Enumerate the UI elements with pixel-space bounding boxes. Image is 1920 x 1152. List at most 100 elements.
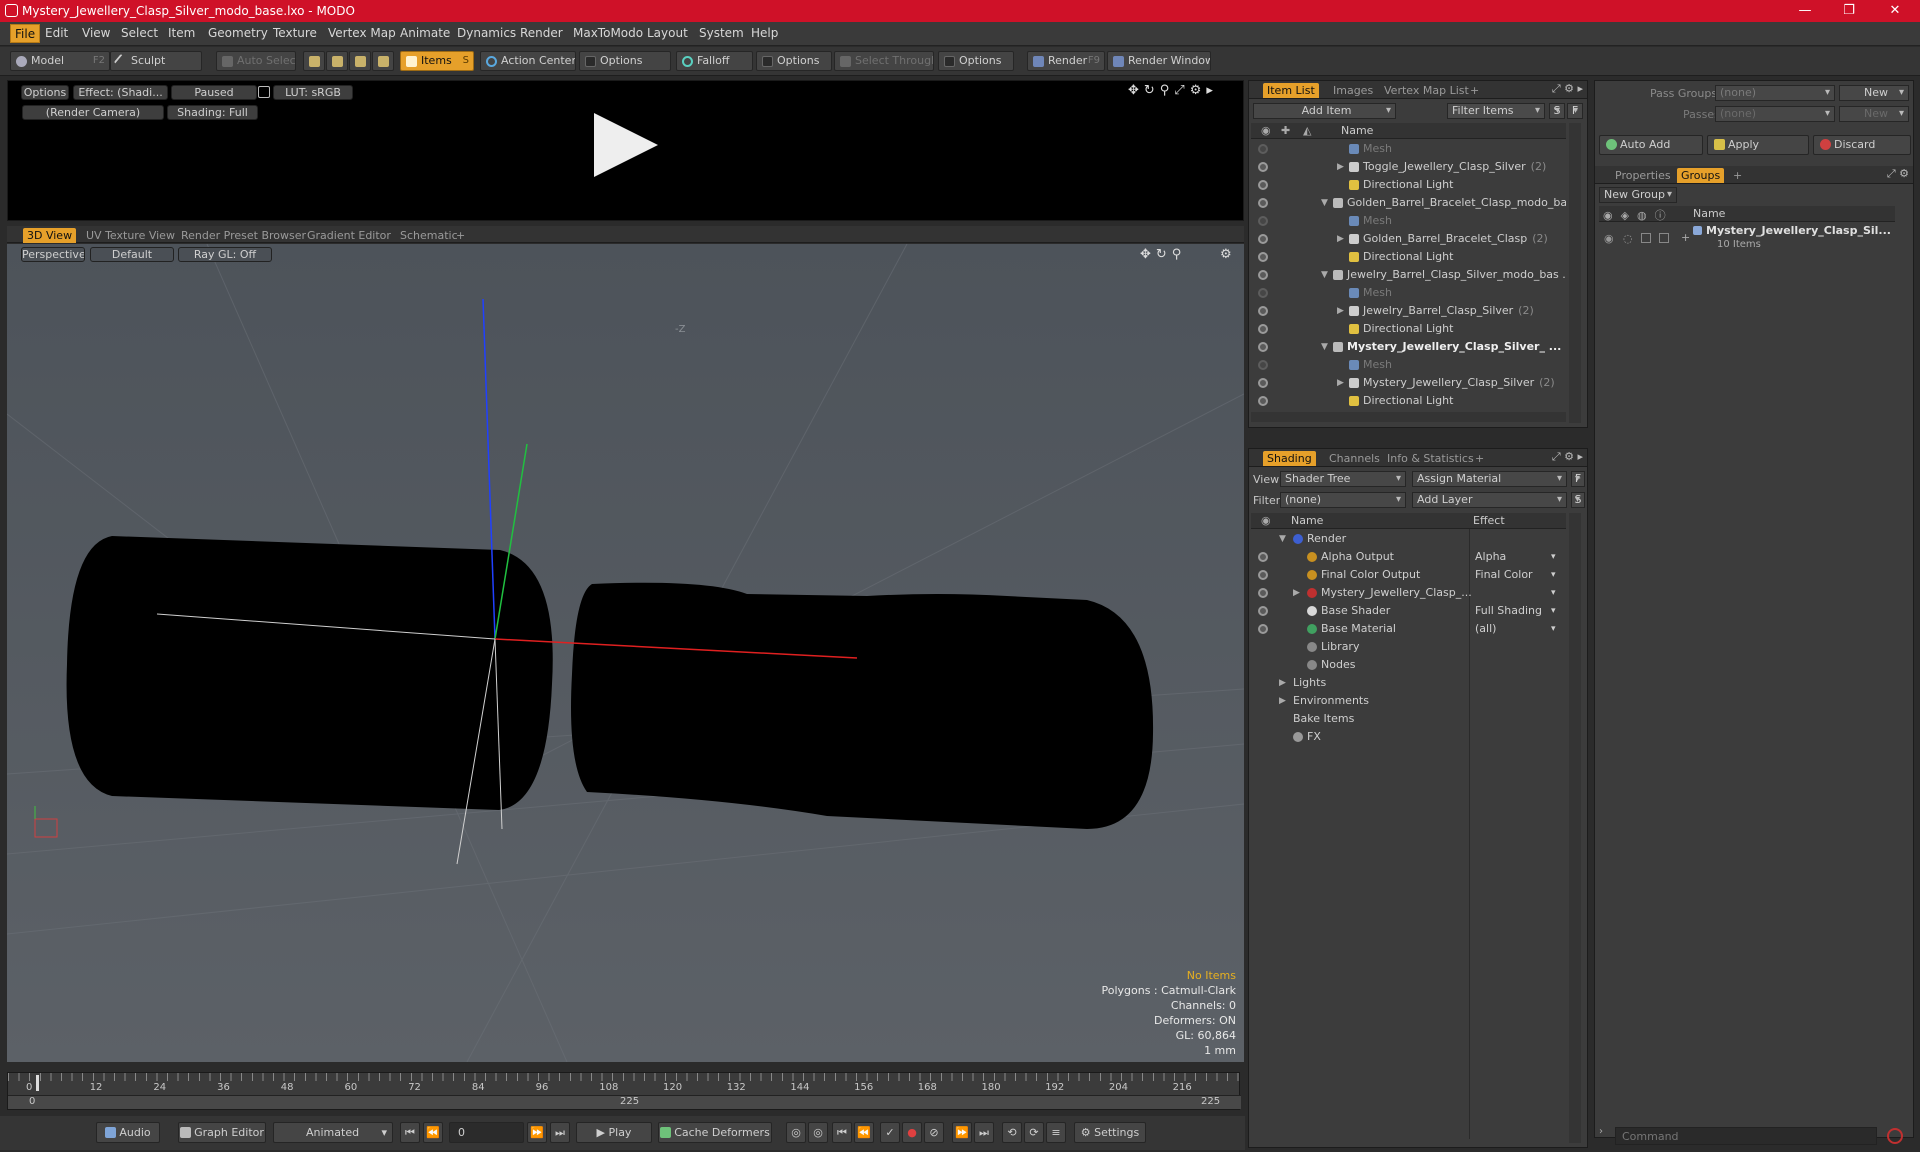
expand-arrow-icon[interactable]: ▶: [1279, 692, 1286, 710]
action-center-button[interactable]: Action Center: [480, 51, 576, 71]
item-list-row[interactable]: ▶ Toggle_Jewellery_Clasp_Silver (2): [1251, 158, 1566, 176]
new-group-button[interactable]: New Group: [1599, 187, 1677, 203]
visibility-eye-icon[interactable]: [1258, 252, 1268, 262]
view-dropdown[interactable]: Shader Tree: [1280, 471, 1406, 487]
filter-f-button[interactable]: F: [1567, 103, 1583, 119]
visibility-eye-icon[interactable]: [1258, 552, 1268, 562]
item-list-row[interactable]: ▶ Mystery_Jewellery_Clasp_Silver (2): [1251, 374, 1566, 392]
expand-arrow-icon[interactable]: ▶: [1337, 302, 1344, 320]
key-tool-icon-1[interactable]: ◎: [786, 1122, 806, 1143]
expand-arrow-icon[interactable]: ▼: [1321, 266, 1328, 284]
visibility-eye-icon[interactable]: [1258, 606, 1268, 616]
dropdown-arrow-icon[interactable]: ▾: [1551, 548, 1556, 566]
menu-view[interactable]: View: [82, 26, 110, 40]
item-list-row[interactable]: Mesh: [1251, 212, 1566, 230]
auto-select-button[interactable]: Auto Select: [216, 51, 296, 71]
select-materials-button[interactable]: [372, 51, 394, 71]
effect-dropdown[interactable]: Full Shading: [1475, 602, 1561, 620]
lut-dropdown[interactable]: LUT: sRGB: [273, 85, 353, 100]
group-expand-icon[interactable]: +: [1681, 231, 1690, 244]
clasp-cylinder-left[interactable]: [66, 536, 553, 810]
groups-options-icons[interactable]: ⤢ ⚙: [1887, 167, 1909, 181]
visibility-eye-icon[interactable]: [1258, 324, 1268, 334]
render-window-button[interactable]: Render Window: [1107, 51, 1211, 71]
frame-input[interactable]: 0: [449, 1122, 524, 1143]
visibility-eye-icon[interactable]: [1258, 180, 1268, 190]
shader-tree-row[interactable]: FX: [1251, 728, 1566, 746]
menu-select[interactable]: Select: [121, 26, 158, 40]
command-history-icon[interactable]: [1887, 1128, 1903, 1144]
shader-tree-row[interactable]: ▶ Mystery_Jewellery_Clasp_... ▾: [1251, 584, 1566, 602]
visibility-eye-icon[interactable]: [1258, 162, 1268, 172]
visibility-eye-icon[interactable]: [1258, 342, 1268, 352]
falloff-options-button[interactable]: Options: [756, 51, 832, 71]
select-edges-button[interactable]: [326, 51, 348, 71]
ray-gl-toggle[interactable]: Ray GL: Off: [178, 247, 272, 262]
shader-tree-row[interactable]: Base Shader Full Shading ▾: [1251, 602, 1566, 620]
visibility-eye-icon[interactable]: [1258, 588, 1268, 598]
group-visibility-icon[interactable]: ◉: [1604, 232, 1614, 245]
falloff-button[interactable]: Falloff: [676, 51, 753, 71]
apply-button[interactable]: Apply: [1707, 135, 1809, 155]
item-list-row[interactable]: ▶ Golden_Barrel_Bracelet_Clasp (2): [1251, 230, 1566, 248]
shader-tree-row[interactable]: ▶ Lights: [1251, 674, 1566, 692]
dropdown-arrow-icon[interactable]: ▾: [1551, 620, 1556, 638]
preview-paused-button[interactable]: Paused: [171, 85, 257, 100]
cache-deformers-button[interactable]: Cache Deformers: [658, 1122, 772, 1143]
tab-images[interactable]: Images: [1329, 83, 1377, 98]
settings-button[interactable]: ⚙ Settings: [1074, 1122, 1146, 1143]
tab-render-preset-browser[interactable]: Render Preset Browser: [177, 228, 310, 243]
tab-info-statistics[interactable]: Info & Statistics: [1383, 451, 1478, 466]
shader-tree-row[interactable]: Bake Items: [1251, 710, 1566, 728]
expand-arrow-icon[interactable]: ▼: [1321, 194, 1328, 212]
record-icon[interactable]: ●: [902, 1122, 922, 1143]
minimize-icon[interactable]: —: [1790, 2, 1820, 20]
shader-tree-row[interactable]: Alpha Output Alpha ▾: [1251, 548, 1566, 566]
model-button[interactable]: Model F2: [10, 51, 110, 71]
timeline-range-bar[interactable]: 0 225 225: [8, 1095, 1241, 1109]
group-render-icon[interactable]: ◌: [1623, 232, 1633, 245]
item-list-hscrollbar[interactable]: [1251, 412, 1566, 422]
select-through-options-button[interactable]: Options: [938, 51, 1014, 71]
item-list-row[interactable]: Mesh: [1251, 356, 1566, 374]
graph-editor-button[interactable]: Graph Editor: [178, 1122, 266, 1143]
shading-options-icons[interactable]: ⤢ ⚙ ▸: [1552, 450, 1583, 464]
key-delete-icon[interactable]: ⊘: [924, 1122, 944, 1143]
filter-dropdown[interactable]: (none): [1280, 492, 1406, 508]
menu-vertex-map[interactable]: Vertex Map: [328, 26, 396, 40]
tab-properties[interactable]: Properties: [1611, 168, 1675, 183]
expand-arrow-icon[interactable]: ▼: [1279, 530, 1286, 548]
visibility-eye-icon[interactable]: [1258, 144, 1268, 154]
clasp-cylinder-right[interactable]: [571, 582, 1154, 829]
menu-item[interactable]: Item: [168, 26, 195, 40]
item-list-row[interactable]: Directional Light: [1251, 320, 1566, 338]
preview-options-button[interactable]: Options: [21, 85, 69, 100]
tab-vertex-map-list[interactable]: Vertex Map List: [1380, 83, 1473, 98]
expand-arrow-icon[interactable]: ▶: [1337, 158, 1344, 176]
assign-material-button[interactable]: Assign Material: [1412, 471, 1567, 487]
view-orientation-gizmo[interactable]: [34, 818, 58, 838]
visibility-eye-icon[interactable]: [1258, 378, 1268, 388]
dropdown-arrow-icon[interactable]: ▾: [1551, 566, 1556, 584]
shader-tree-row[interactable]: ▼ Render: [1251, 530, 1566, 548]
shader-tree-row[interactable]: ▶ Environments: [1251, 692, 1566, 710]
preview-nav-icons[interactable]: ✥↻⚲⤢⚙▸: [1128, 83, 1218, 98]
shader-tree-row[interactable]: Final Color Output Final Color ▾: [1251, 566, 1566, 584]
menu-texture[interactable]: Texture: [273, 26, 317, 40]
tab-item-list[interactable]: Item List: [1263, 83, 1319, 98]
shader-tree-row[interactable]: Library: [1251, 638, 1566, 656]
shader-tree-row[interactable]: Base Material (all) ▾: [1251, 620, 1566, 638]
sculpt-button[interactable]: Sculpt: [110, 51, 202, 71]
lock-icon[interactable]: [258, 86, 270, 98]
menu-animate[interactable]: Animate: [400, 26, 450, 40]
tab-groups[interactable]: Groups: [1677, 168, 1725, 183]
render-button[interactable]: Render F9: [1027, 51, 1105, 71]
new-pass-group-button[interactable]: New: [1839, 85, 1909, 101]
visibility-eye-icon[interactable]: [1258, 198, 1268, 208]
animated-dropdown[interactable]: Animated ▾: [273, 1122, 393, 1143]
visibility-eye-icon[interactable]: [1258, 306, 1268, 316]
select-through-button[interactable]: Select Through: [834, 51, 934, 71]
group-select-checkbox[interactable]: [1659, 233, 1669, 243]
select-vertices-button[interactable]: [303, 51, 325, 71]
auto-key-icon[interactable]: ✓: [880, 1122, 900, 1143]
